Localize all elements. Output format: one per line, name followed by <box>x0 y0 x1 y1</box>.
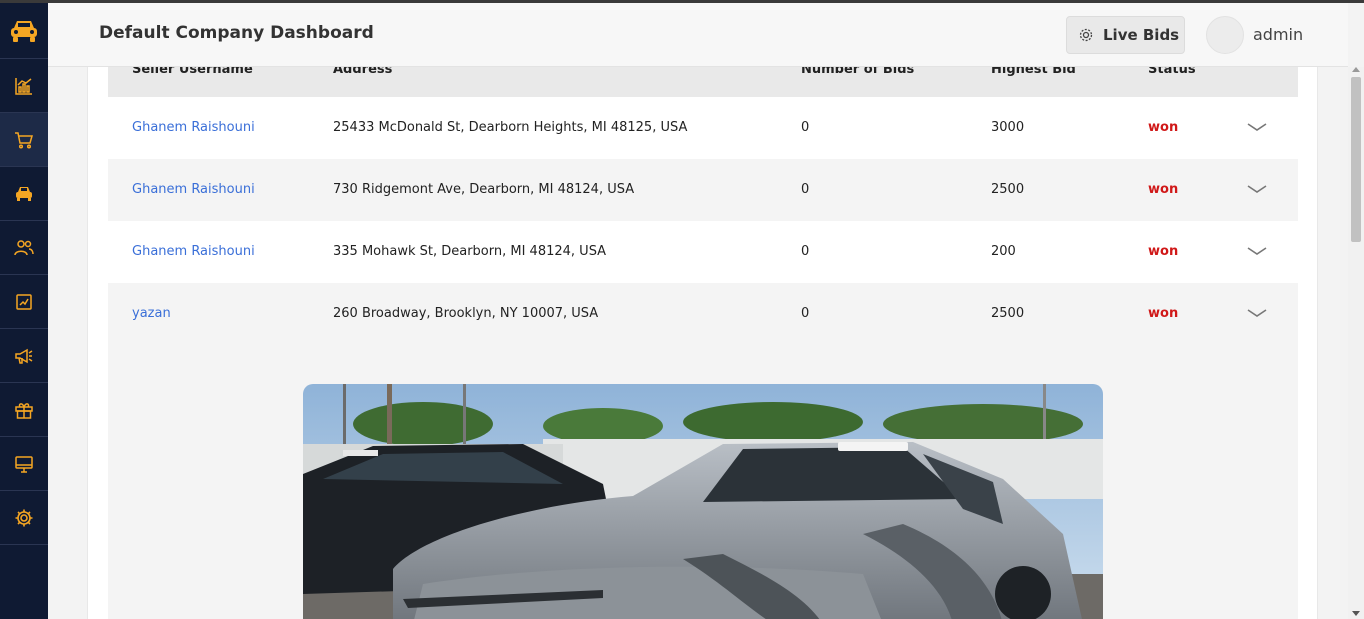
cart-icon <box>15 131 33 149</box>
monitor-icon <box>15 455 33 473</box>
car-icon <box>16 186 32 201</box>
bids-count-cell: 0 <box>801 120 810 135</box>
vehicle-photo[interactable] <box>303 384 1103 619</box>
address-cell: 730 Ridgemont Ave, Dearborn, MI 48124, U… <box>333 182 635 197</box>
reports-icon <box>16 293 32 310</box>
sidebar-item-rewards[interactable] <box>0 383 48 437</box>
page-scrollbar[interactable] <box>1348 67 1364 619</box>
status-badge: won <box>1148 306 1179 321</box>
table-row-expanded[interactable]: yazan 260 Broadway, Brooklyn, NY 10007, … <box>108 283 1298 345</box>
scrollbar-thumb[interactable] <box>1351 77 1361 242</box>
sidebar <box>0 3 48 619</box>
car-logo-icon <box>11 20 37 42</box>
users-icon <box>14 239 34 255</box>
scroll-up-arrow-icon[interactable] <box>1352 67 1360 72</box>
highest-bid-cell: 2500 <box>991 182 1025 197</box>
highest-bid-cell: 2500 <box>991 306 1025 321</box>
page-title: Default Company Dashboard <box>99 23 374 43</box>
chevron-down-icon[interactable] <box>1245 305 1269 321</box>
sidebar-item-reports[interactable] <box>0 275 48 329</box>
table-row[interactable]: Ghanem Raishouni 730 Ridgemont Ave, Dear… <box>108 159 1298 221</box>
status-badge: won <box>1148 182 1179 197</box>
top-header: Default Company Dashboard Live Bids admi… <box>48 3 1348 67</box>
address-cell: 260 Broadway, Brooklyn, NY 10007, USA <box>333 306 599 321</box>
highest-bid-cell: 200 <box>991 244 1016 259</box>
table-row[interactable]: Ghanem Raishouni 25433 McDonald St, Dear… <box>108 97 1298 159</box>
seller-link[interactable]: Ghanem Raishouni <box>132 182 255 197</box>
sidebar-item-display[interactable] <box>0 437 48 491</box>
gift-icon <box>15 402 33 419</box>
sidebar-item-vehicles[interactable] <box>0 167 48 221</box>
app-logo[interactable] <box>0 3 48 59</box>
window-top-border <box>0 0 1364 3</box>
chevron-down-icon[interactable] <box>1245 243 1269 259</box>
status-badge: won <box>1148 244 1179 259</box>
row-details-panel <box>108 345 1298 619</box>
bids-count-cell: 0 <box>801 306 810 321</box>
address-cell: 335 Mohawk St, Dearborn, MI 48124, USA <box>333 244 607 259</box>
address-cell: 25433 McDonald St, Dearborn Heights, MI … <box>333 120 688 135</box>
chevron-down-icon[interactable] <box>1245 181 1269 197</box>
table-row[interactable]: Ghanem Raishouni 335 Mohawk St, Dearborn… <box>108 221 1298 283</box>
status-badge: won <box>1148 120 1179 135</box>
analytics-icon <box>15 77 32 95</box>
live-bids-label: Live Bids <box>1103 26 1180 44</box>
username-label[interactable]: admin <box>1253 25 1303 44</box>
sidebar-item-settings[interactable] <box>0 491 48 545</box>
bids-count-cell: 0 <box>801 244 810 259</box>
bids-card: Seller Username Address Number of Bids H… <box>87 40 1318 619</box>
live-bids-button[interactable]: Live Bids <box>1066 16 1185 54</box>
bids-table: Seller Username Address Number of Bids H… <box>108 40 1298 345</box>
bids-count-cell: 0 <box>801 182 810 197</box>
sidebar-item-marketing[interactable] <box>0 329 48 383</box>
scroll-down-arrow-icon[interactable] <box>1352 611 1360 616</box>
chevron-down-icon[interactable] <box>1245 119 1269 135</box>
highest-bid-cell: 3000 <box>991 120 1025 135</box>
seller-link[interactable]: Ghanem Raishouni <box>132 120 255 135</box>
live-broadcast-icon <box>1079 28 1093 42</box>
avatar[interactable] <box>1206 16 1244 54</box>
seller-link[interactable]: yazan <box>132 306 171 321</box>
sidebar-item-analytics[interactable] <box>0 59 48 113</box>
settings-icon <box>15 509 33 526</box>
sidebar-item-cart[interactable] <box>0 113 48 167</box>
sidebar-item-users[interactable] <box>0 221 48 275</box>
seller-link[interactable]: Ghanem Raishouni <box>132 244 255 259</box>
megaphone-icon <box>15 348 33 364</box>
